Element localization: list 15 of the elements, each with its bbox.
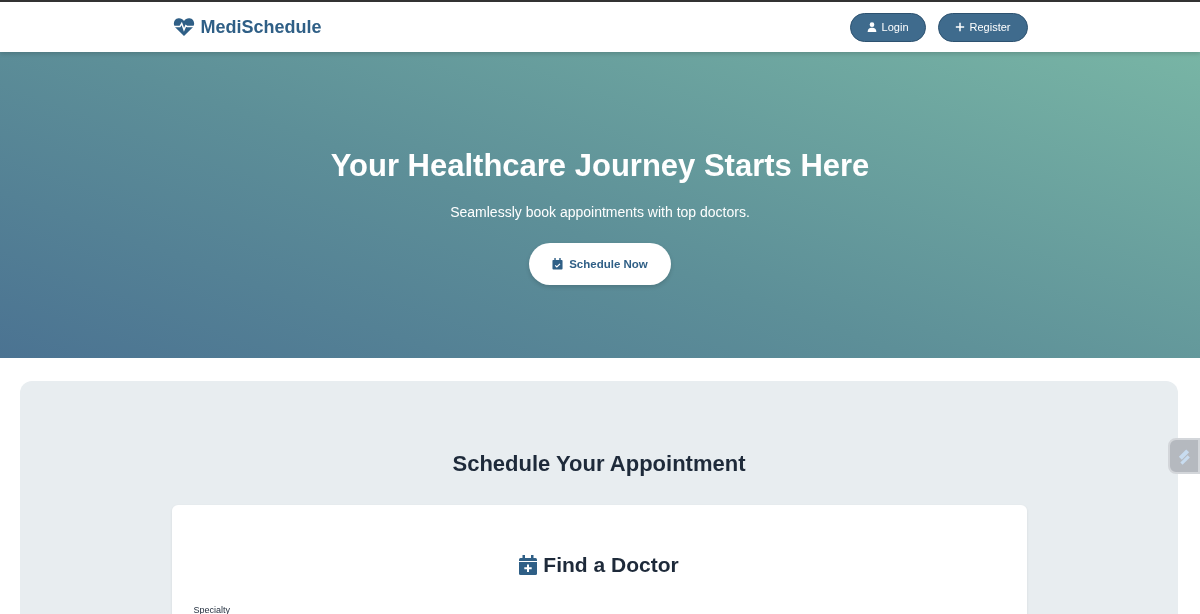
floating-widget-icon[interactable]: [1168, 438, 1200, 474]
card-title: Find a Doctor: [543, 553, 679, 577]
field-label: Specialty: [193, 605, 231, 614]
hero-title: Your Healthcare Journey Starts Here: [330, 148, 870, 184]
schedule-now-button[interactable]: Schedule Now: [529, 243, 671, 285]
section-title: Schedule Your Appointment: [452, 451, 746, 477]
user-icon: [866, 22, 877, 32]
hero-subtitle: Seamlessly book appointments with top doctors.: [450, 204, 750, 220]
plus-icon: [954, 22, 965, 32]
calendar-plus-icon: [519, 555, 538, 575]
register-button[interactable]: Register: [937, 12, 1028, 42]
heart-pulse-icon: [172, 17, 195, 37]
calendar-check-icon: [552, 258, 564, 270]
brand-name: MediSchedule: [200, 16, 322, 38]
login-button[interactable]: Login: [849, 12, 926, 42]
